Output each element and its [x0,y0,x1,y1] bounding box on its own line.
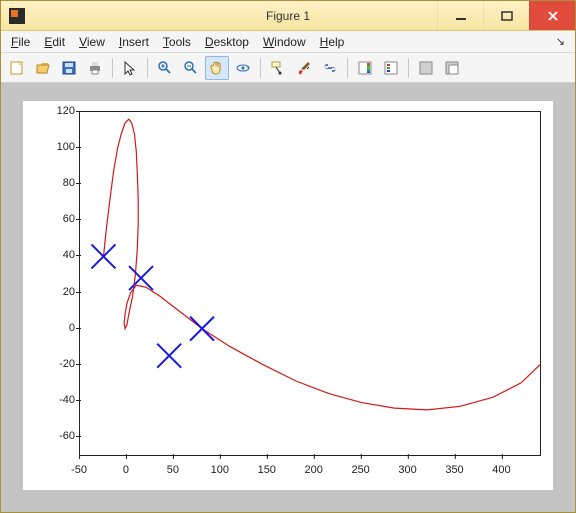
save-button[interactable] [57,56,81,80]
toolbar [1,53,575,83]
close-icon [547,10,559,22]
zoom-in-icon [157,60,173,76]
menu-file[interactable]: File [5,33,36,51]
matlab-icon [9,8,25,24]
pointer-icon [122,60,138,76]
pan-button[interactable] [205,56,229,80]
save-icon [61,60,77,76]
menu-overflow-icon[interactable]: ↘ [556,35,571,48]
legend-button[interactable] [379,56,403,80]
x-tick-label: 0 [123,464,129,476]
zoom-out-button[interactable] [179,56,203,80]
maximize-button[interactable] [483,1,529,30]
dock-button[interactable] [440,56,464,80]
x-tick-label: 150 [258,464,276,476]
minimize-button[interactable] [437,1,483,30]
hide-tools-icon [418,60,434,76]
x-tick-label: 50 [167,464,179,476]
pan-icon [209,60,225,76]
open-button[interactable] [31,56,55,80]
x-tick-label: 300 [398,464,416,476]
print-button[interactable] [83,56,107,80]
menu-window[interactable]: Window [257,33,312,51]
colorbar-button[interactable] [353,56,377,80]
open-icon [35,60,51,76]
y-tick-label: 20 [35,286,75,298]
zoom-in-button[interactable] [153,56,177,80]
hide-tools-button[interactable] [414,56,438,80]
menubar: File Edit View Insert Tools Desktop Wind… [1,31,575,53]
x-tick-label: 100 [211,464,229,476]
plot-svg [80,112,540,455]
y-tick-label: 40 [35,249,75,261]
rotate-3d-button[interactable] [231,56,255,80]
y-tick-label: 120 [35,105,75,117]
menu-edit[interactable]: Edit [38,33,71,51]
curve-series [104,119,541,410]
link-button[interactable] [318,56,342,80]
menu-tools[interactable]: Tools [157,33,197,51]
y-tick-label: 0 [35,322,75,334]
edit-plot-button[interactable] [118,56,142,80]
x-tick-label: 200 [305,464,323,476]
legend-icon [383,60,399,76]
axes[interactable] [79,111,541,456]
zoom-out-icon [183,60,199,76]
close-button[interactable] [529,1,575,30]
minimize-icon [455,10,467,22]
colorbar-icon [357,60,373,76]
toolbar-separator [147,58,148,78]
menu-desktop[interactable]: Desktop [199,33,255,51]
toolbar-separator [408,58,409,78]
print-icon [87,60,103,76]
y-tick-label: -20 [35,358,75,370]
y-tick-label: 100 [35,141,75,153]
link-icon [322,60,338,76]
x-tick-label: 250 [351,464,369,476]
maximize-icon [501,10,513,22]
dock-icon [444,60,460,76]
x-tick-label: 400 [492,464,510,476]
window-buttons [437,1,575,30]
menu-view[interactable]: View [73,33,111,51]
data-cursor-icon [270,60,286,76]
scatter-series [91,244,214,367]
y-tick-label: 60 [35,213,75,225]
new-figure-icon [9,60,25,76]
x-tick-label: 350 [445,464,463,476]
toolbar-separator [347,58,348,78]
new-figure-button[interactable] [5,56,29,80]
titlebar[interactable]: Figure 1 [1,1,575,31]
brush-button[interactable] [292,56,316,80]
menu-insert[interactable]: Insert [113,33,155,51]
figure-canvas[interactable]: -60 -40 -20 0 20 40 60 80 100 120 -50 0 50 100 150 200… [1,83,575,512]
y-tick-label: 80 [35,177,75,189]
axes-background: -60 -40 -20 0 20 40 60 80 100 120 -50 0 50 100 150 200… [23,101,553,490]
toolbar-separator [112,58,113,78]
data-cursor-button[interactable] [266,56,290,80]
y-tick-label: -60 [35,430,75,442]
rotate-icon [235,60,251,76]
figure-window: Figure 1 File Edit View Insert Tools Des… [0,0,576,513]
toolbar-separator [260,58,261,78]
y-tick-label: -40 [35,394,75,406]
brush-icon [296,60,312,76]
menu-help[interactable]: Help [314,33,351,51]
x-tick-label: -50 [71,464,87,476]
